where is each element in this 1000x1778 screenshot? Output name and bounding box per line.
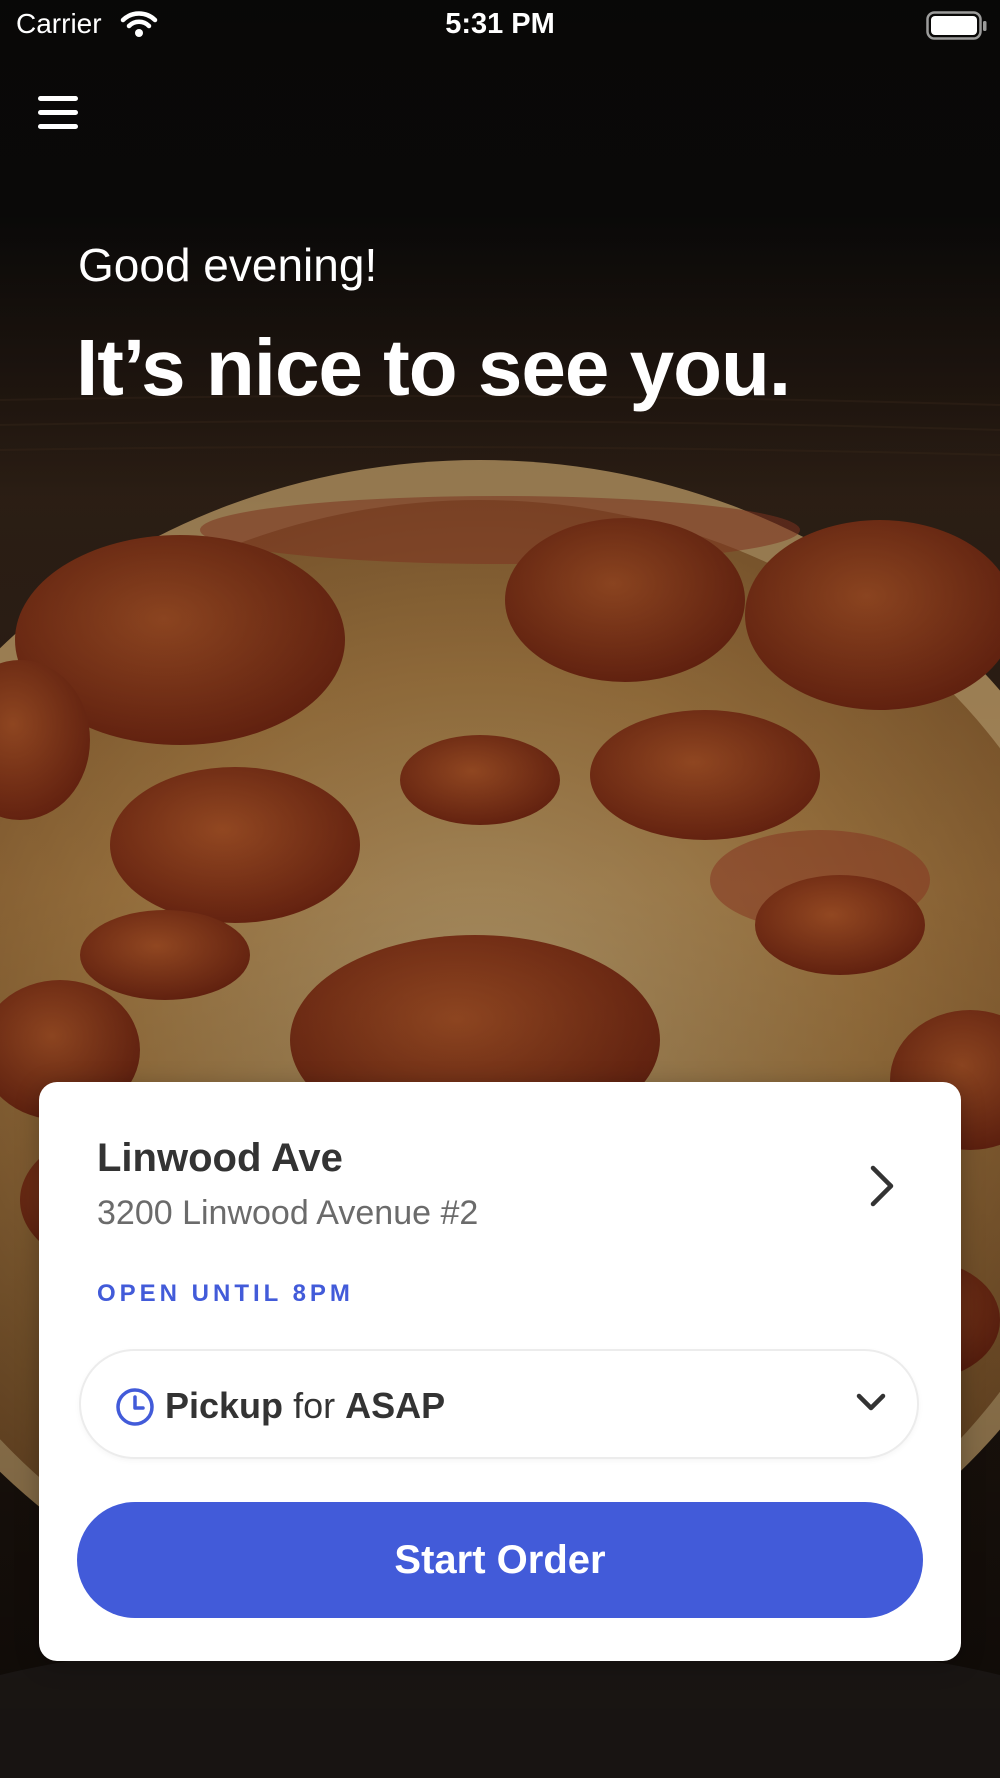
clock-icon: [115, 1387, 155, 1432]
order-mode-text: Pickup for ASAP: [165, 1385, 445, 1427]
location-card: Linwood Ave 3200 Linwood Avenue #2 OPEN …: [39, 1082, 961, 1661]
chevron-right-icon: [865, 1162, 899, 1215]
hamburger-menu-icon[interactable]: [30, 88, 86, 138]
battery-icon: [926, 11, 988, 46]
start-order-button[interactable]: Start Order: [77, 1502, 923, 1618]
store-hours-status: OPEN UNTIL 8PM: [97, 1280, 354, 1307]
greeting-text: Good evening!: [78, 239, 378, 291]
status-bar: Carrier 5:31 PM: [0, 0, 1000, 52]
location-address: 3200 Linwood Avenue #2: [97, 1194, 479, 1232]
order-mode-label: Pickup: [165, 1385, 284, 1426]
location-name: Linwood Ave: [97, 1136, 343, 1180]
location-details-link[interactable]: Linwood Ave 3200 Linwood Avenue #2: [39, 1082, 961, 1262]
pickup-time-selector[interactable]: Pickup for ASAP: [79, 1349, 919, 1459]
order-time-label: ASAP: [345, 1385, 446, 1426]
status-time: 5:31 PM: [445, 8, 555, 40]
chevron-down-icon: [855, 1391, 887, 1420]
headline-text: It’s nice to see you.: [76, 323, 791, 412]
order-mode-connector: for: [293, 1385, 336, 1426]
